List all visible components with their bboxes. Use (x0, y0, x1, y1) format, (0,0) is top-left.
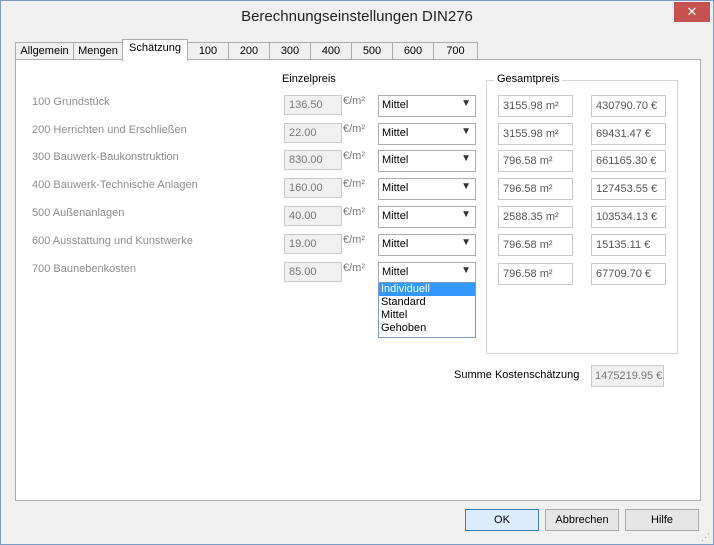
window-title: Berechnungseinstellungen DIN276 (241, 8, 473, 25)
unit-label: €/m² (343, 95, 365, 107)
select-value: Mittel (382, 266, 409, 278)
total-field-700[interactable]: 67709.70 € (591, 263, 666, 285)
level-dropdown-list: Individuell Standard Mittel Gehoben (378, 282, 476, 338)
tab-allgemein[interactable]: Allgemein (15, 42, 74, 60)
tab-300[interactable]: 300 (269, 42, 311, 60)
unit-label: €/m² (343, 234, 365, 246)
schaetzung-panel: Einzelpreis Gesamtpreis 100 Grundstück 1… (15, 59, 701, 501)
dropdown-option-standard[interactable]: Standard (379, 296, 475, 309)
chevron-down-icon: ▼ (461, 237, 471, 248)
price-field-500[interactable]: 40.00 (284, 206, 342, 226)
summe-label: Summe Kostenschätzung (454, 369, 580, 381)
row-label-300: 300 Bauwerk-Baukonstruktion (32, 151, 179, 163)
price-field-700[interactable]: 85.00 (284, 262, 342, 282)
dropdown-option-gehoben[interactable]: Gehoben (379, 322, 475, 335)
area-field-300[interactable]: 796.58 m² (498, 150, 573, 172)
select-value: Mittel (382, 154, 409, 166)
chevron-down-icon: ▼ (461, 98, 471, 109)
area-field-400[interactable]: 796.58 m² (498, 178, 573, 200)
total-field-100[interactable]: 430790.70 € (591, 95, 666, 117)
level-select-600[interactable]: Mittel ▼ (378, 234, 476, 256)
tab-100[interactable]: 100 (187, 42, 229, 60)
unit-label: €/m² (343, 123, 365, 135)
price-field-600[interactable]: 19.00 (284, 234, 342, 254)
row-label-600: 600 Ausstattung und Kunstwerke (32, 235, 193, 247)
tab-200[interactable]: 200 (228, 42, 270, 60)
price-field-100[interactable]: 136.50 (284, 95, 342, 115)
tab-600[interactable]: 600 (392, 42, 434, 60)
select-value: Mittel (382, 99, 409, 111)
area-field-100[interactable]: 3155.98 m² (498, 95, 573, 117)
total-field-300[interactable]: 661165.30 € (591, 150, 666, 172)
area-field-500[interactable]: 2588.35 m² (498, 206, 573, 228)
title-bar: Berechnungseinstellungen DIN276 ✕ (1, 1, 713, 33)
area-field-700[interactable]: 796.58 m² (498, 263, 573, 285)
price-field-200[interactable]: 22.00 (284, 123, 342, 143)
chevron-down-icon: ▼ (461, 265, 471, 276)
total-field-400[interactable]: 127453.55 € (591, 178, 666, 200)
level-select-100[interactable]: Mittel ▼ (378, 95, 476, 117)
level-select-700[interactable]: Mittel ▼ (378, 262, 476, 284)
price-field-300[interactable]: 830.00 (284, 150, 342, 170)
area-field-200[interactable]: 3155.98 m² (498, 123, 573, 145)
select-value: Mittel (382, 127, 409, 139)
price-field-400[interactable]: 160.00 (284, 178, 342, 198)
select-value: Mittel (382, 238, 409, 250)
level-select-500[interactable]: Mittel ▼ (378, 206, 476, 228)
row-label-500: 500 Außenanlagen (32, 207, 125, 219)
tab-schaetzung[interactable]: Schätzung (122, 39, 188, 61)
unit-label: €/m² (343, 178, 365, 190)
ok-button[interactable]: OK (465, 509, 539, 531)
tab-400[interactable]: 400 (310, 42, 352, 60)
level-select-200[interactable]: Mittel ▼ (378, 123, 476, 145)
resize-grip-icon[interactable]: ⋰ (701, 532, 711, 542)
dropdown-option-mittel[interactable]: Mittel (379, 309, 475, 322)
dropdown-option-individuell[interactable]: Individuell (379, 283, 475, 296)
tab-mengen[interactable]: Mengen (73, 42, 123, 60)
row-label-100: 100 Grundstück (32, 96, 110, 108)
total-field-500[interactable]: 103534.13 € (591, 206, 666, 228)
dialog-window: Berechnungseinstellungen DIN276 ✕ Allgem… (0, 0, 714, 545)
level-select-400[interactable]: Mittel ▼ (378, 178, 476, 200)
help-button[interactable]: Hilfe (625, 509, 699, 531)
close-icon: ✕ (686, 4, 698, 19)
chevron-down-icon: ▼ (461, 126, 471, 137)
unit-label: €/m² (343, 262, 365, 274)
cancel-button[interactable]: Abbrechen (545, 509, 619, 531)
row-label-700: 700 Baunebenkosten (32, 263, 136, 275)
chevron-down-icon: ▼ (461, 181, 471, 192)
total-field-600[interactable]: 15135.11 € (591, 234, 666, 256)
tab-500[interactable]: 500 (351, 42, 393, 60)
total-field-200[interactable]: 69431.47 € (591, 123, 666, 145)
unit-label: €/m² (343, 150, 365, 162)
chevron-down-icon: ▼ (461, 153, 471, 164)
select-value: Mittel (382, 210, 409, 222)
select-value: Mittel (382, 182, 409, 194)
area-field-600[interactable]: 796.58 m² (498, 234, 573, 256)
row-label-400: 400 Bauwerk-Technische Anlagen (32, 179, 198, 191)
unit-label: €/m² (343, 206, 365, 218)
close-button[interactable]: ✕ (674, 2, 710, 22)
tab-700[interactable]: 700 (433, 42, 478, 60)
level-select-300[interactable]: Mittel ▼ (378, 150, 476, 172)
gesamtpreis-header: Gesamtpreis (494, 73, 563, 85)
summe-field[interactable]: 1475219.95 € (591, 365, 664, 387)
chevron-down-icon: ▼ (461, 209, 471, 220)
einzelpreis-header: Einzelpreis (282, 73, 336, 85)
row-label-200: 200 Herrichten und Erschließen (32, 124, 187, 136)
